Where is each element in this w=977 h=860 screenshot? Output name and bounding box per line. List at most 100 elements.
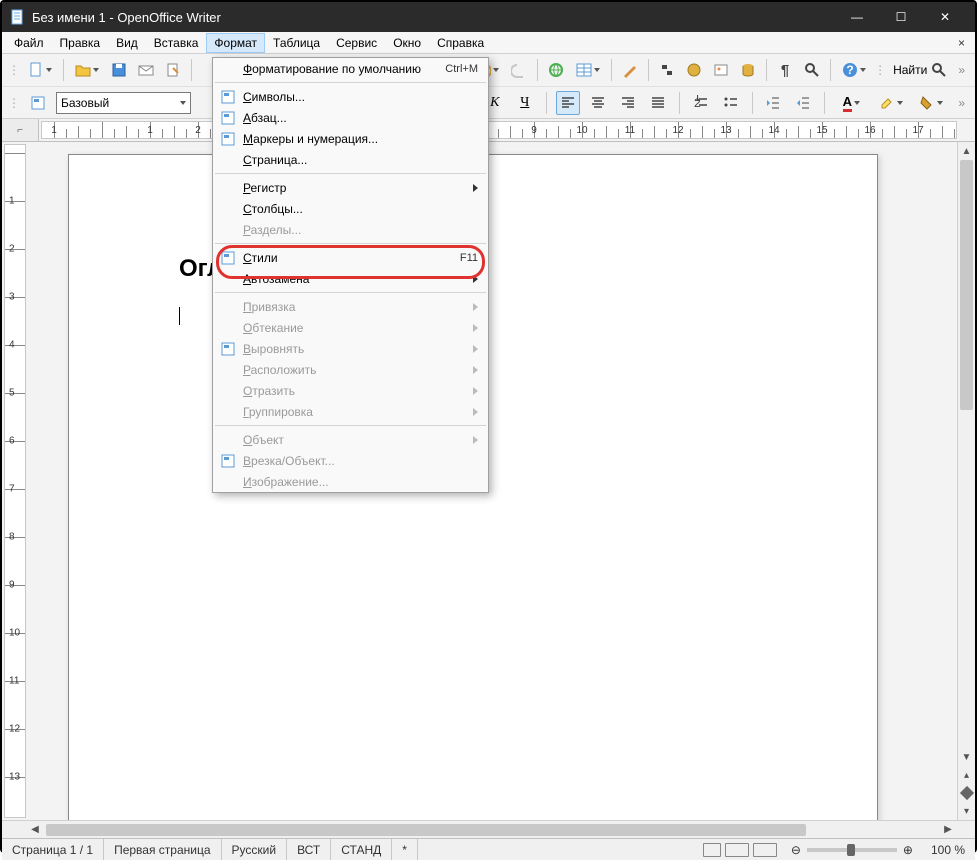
menu-edit[interactable]: Правка bbox=[52, 33, 109, 53]
zoom-in-button[interactable]: ⊕ bbox=[903, 843, 913, 857]
search-icon[interactable] bbox=[931, 62, 947, 78]
menu-item-форматированиепоумолчанию[interactable]: Форматирование по умолчаниюCtrl+M bbox=[213, 58, 488, 79]
align-right-button[interactable] bbox=[616, 91, 640, 115]
view-layout-buttons[interactable] bbox=[697, 843, 783, 857]
minimize-button[interactable]: — bbox=[835, 2, 879, 32]
draw-button[interactable] bbox=[618, 58, 642, 82]
menu-insert[interactable]: Вставка bbox=[146, 33, 207, 53]
scroll-right-button[interactable]: ▶ bbox=[939, 824, 957, 835]
decrease-indent-button[interactable] bbox=[761, 91, 785, 115]
datasource-button[interactable] bbox=[736, 58, 760, 82]
menu-tools[interactable]: Сервис bbox=[328, 33, 385, 53]
menu-help[interactable]: Справка bbox=[429, 33, 492, 53]
maximize-button[interactable]: ☐ bbox=[879, 2, 923, 32]
nav-next-button[interactable]: ▾ bbox=[958, 802, 975, 820]
status-insert-mode[interactable]: ВСТ bbox=[287, 839, 331, 860]
svg-text:?: ? bbox=[846, 63, 853, 77]
menu-item-символы[interactable]: Символы... bbox=[213, 86, 488, 107]
scrollbar-horizontal[interactable]: ◀ ▶ bbox=[2, 820, 975, 838]
menu-view[interactable]: Вид bbox=[108, 33, 146, 53]
menu-item-регистр[interactable]: Регистр bbox=[213, 177, 488, 198]
view-single-page-icon[interactable] bbox=[703, 843, 721, 857]
highlight-button[interactable] bbox=[874, 91, 908, 115]
navigator-button[interactable] bbox=[682, 58, 706, 82]
scroll-up-button[interactable]: ▲ bbox=[958, 142, 975, 160]
status-page[interactable]: Страница 1 / 1 bbox=[2, 839, 104, 860]
align-justify-button[interactable] bbox=[646, 91, 670, 115]
menu-item-автозамена[interactable]: Автозамена bbox=[213, 268, 488, 289]
align-left-button[interactable] bbox=[556, 91, 580, 115]
menu-item-столбцы[interactable]: Столбцы... bbox=[213, 198, 488, 219]
save-button[interactable] bbox=[107, 58, 131, 82]
close-button[interactable]: ✕ bbox=[923, 2, 967, 32]
status-language[interactable]: Русский bbox=[222, 839, 288, 860]
scroll-down-button[interactable]: ▼ bbox=[958, 748, 975, 766]
help-button[interactable]: ? bbox=[837, 58, 871, 82]
menu-window[interactable]: Окно bbox=[385, 33, 429, 53]
toolbar-grip[interactable]: ⋮ bbox=[874, 63, 886, 77]
font-color-button[interactable]: A bbox=[834, 91, 868, 115]
gallery-button[interactable] bbox=[709, 58, 733, 82]
document-icon bbox=[10, 9, 26, 25]
scroll-thumb-horizontal[interactable] bbox=[46, 824, 806, 836]
status-page-style[interactable]: Первая страница bbox=[104, 839, 221, 860]
scrollbar-vertical[interactable]: ▲ ▼ ▴ ▾ bbox=[957, 142, 975, 820]
menu-table[interactable]: Таблица bbox=[265, 33, 328, 53]
status-zoom[interactable]: 100 % bbox=[921, 839, 975, 860]
bg-color-button[interactable] bbox=[914, 91, 948, 115]
menu-item-маркерыинумерация[interactable]: Маркеры и нумерация... bbox=[213, 128, 488, 149]
table-button[interactable] bbox=[571, 58, 605, 82]
toolbar-overflow[interactable]: » bbox=[954, 63, 969, 77]
align-center-button[interactable] bbox=[586, 91, 610, 115]
menu-item-выровнять: Выровнять bbox=[213, 338, 488, 359]
zoom-out-button[interactable]: ⊖ bbox=[791, 843, 801, 857]
underline-button[interactable]: Ч bbox=[513, 91, 537, 115]
nav-prev-button[interactable]: ▴ bbox=[958, 766, 975, 784]
find-replace-button[interactable] bbox=[655, 58, 679, 82]
ruler-vertical[interactable]: 1234567891011121314 bbox=[4, 144, 26, 818]
bullets-button[interactable] bbox=[719, 91, 743, 115]
status-bar: Страница 1 / 1 Первая страница Русский В… bbox=[2, 838, 975, 860]
find-toolbar: Найти bbox=[889, 62, 951, 78]
document-area[interactable]: Огл bbox=[28, 142, 957, 820]
edit-doc-button[interactable] bbox=[161, 58, 185, 82]
menu-item-стили[interactable]: СтилиF11 bbox=[213, 247, 488, 268]
toolbar-grip[interactable]: ⋮ bbox=[8, 96, 20, 110]
open-button[interactable] bbox=[70, 58, 104, 82]
zoom-button[interactable] bbox=[800, 58, 824, 82]
toolbar-overflow[interactable]: » bbox=[954, 96, 969, 110]
menu-file[interactable]: Файл bbox=[6, 33, 52, 53]
menu-item-страница[interactable]: Страница... bbox=[213, 149, 488, 170]
redo-button[interactable] bbox=[507, 58, 531, 82]
ruler-corner: ⌐ bbox=[2, 119, 39, 141]
scroll-left-button[interactable]: ◀ bbox=[26, 824, 44, 835]
hyperlink-button[interactable] bbox=[544, 58, 568, 82]
email-button[interactable] bbox=[134, 58, 158, 82]
menu-item-объект: Объект bbox=[213, 429, 488, 450]
zoom-slider-thumb[interactable] bbox=[847, 844, 855, 856]
menu-bar: Файл Правка Вид Вставка Формат Таблица С… bbox=[2, 32, 975, 54]
new-doc-button[interactable] bbox=[23, 58, 57, 82]
status-selection-mode[interactable]: СТАНД bbox=[331, 839, 392, 860]
view-book-icon[interactable] bbox=[753, 843, 777, 857]
increase-indent-button[interactable] bbox=[791, 91, 815, 115]
find-label: Найти bbox=[893, 63, 927, 77]
menu-format[interactable]: Формат bbox=[206, 33, 265, 53]
nonprinting-button[interactable]: ¶ bbox=[773, 58, 797, 82]
nav-select-button[interactable] bbox=[958, 784, 975, 802]
styles-button[interactable] bbox=[26, 91, 50, 115]
menu-item-врезка/объект: Врезка/Объект... bbox=[213, 450, 488, 471]
ruler-horizontal[interactable]: 11234567891011121314151617 bbox=[41, 121, 957, 139]
toolbar-grip[interactable]: ⋮ bbox=[8, 63, 20, 77]
zoom-slider[interactable]: ⊖ ⊕ bbox=[783, 843, 921, 857]
close-document-button[interactable]: × bbox=[952, 34, 971, 52]
numbering-button[interactable]: 12 bbox=[689, 91, 713, 115]
zoom-slider-track[interactable] bbox=[807, 848, 897, 852]
text-cursor bbox=[179, 307, 180, 325]
scroll-thumb-vertical[interactable] bbox=[960, 160, 973, 410]
menu-item-привязка: Привязка bbox=[213, 296, 488, 317]
style-combo[interactable]: Базовый bbox=[56, 92, 191, 114]
view-multi-page-icon[interactable] bbox=[725, 843, 749, 857]
menu-item-абзац[interactable]: Абзац... bbox=[213, 107, 488, 128]
status-modified[interactable]: * bbox=[392, 839, 418, 860]
